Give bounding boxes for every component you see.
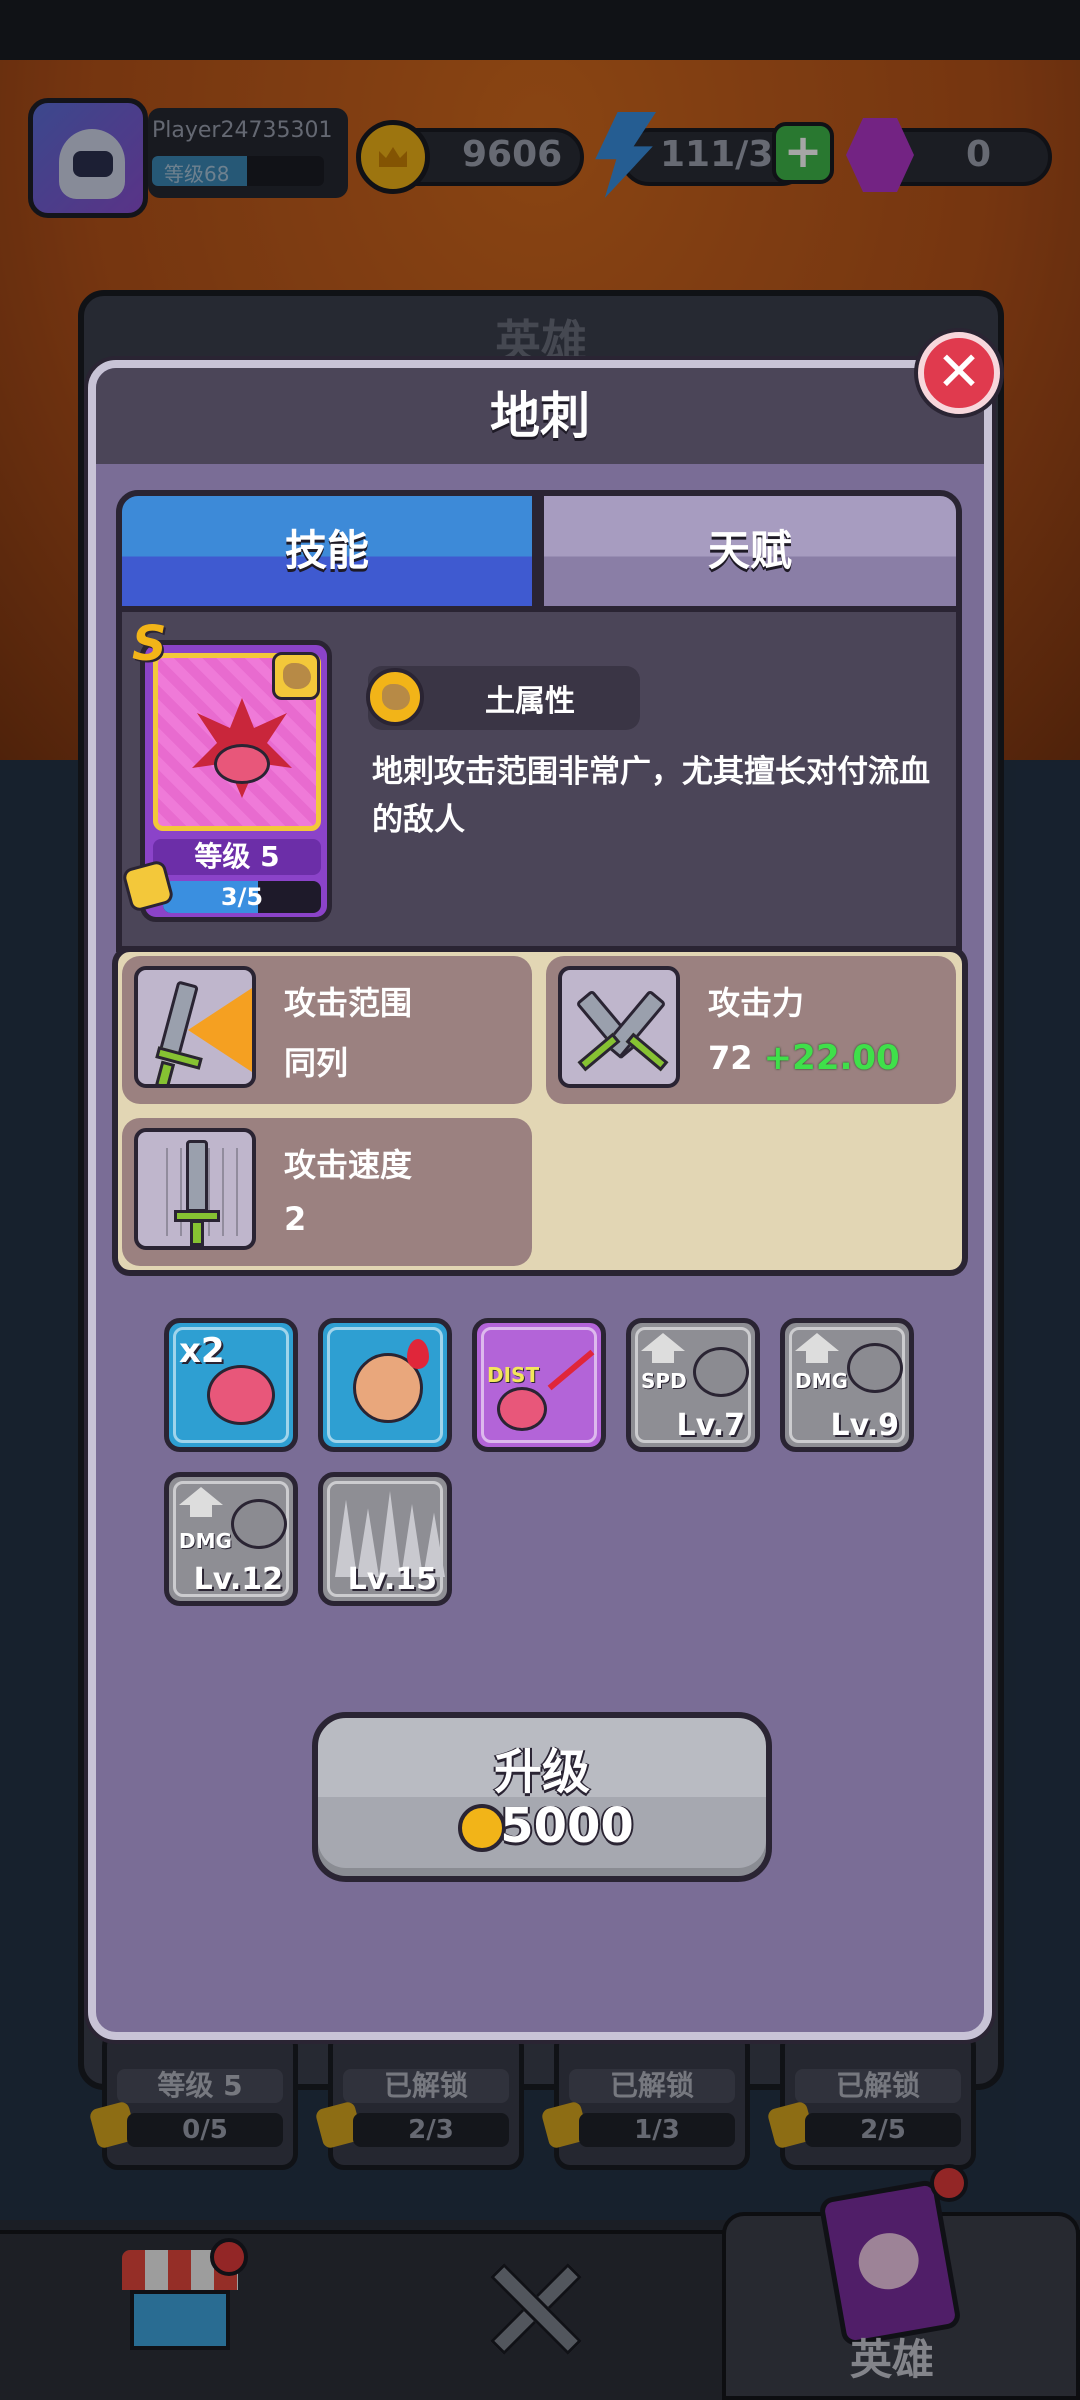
attack-power-icon	[558, 966, 680, 1088]
attack-bonus-value: +22.00	[763, 1038, 900, 1078]
skill-tag: x2	[179, 1331, 225, 1371]
earth-element-icon	[272, 652, 320, 700]
tab-skills-label: 技能	[284, 526, 369, 575]
skill-unlock-level: Lv.15	[347, 1562, 437, 1597]
stat-value: 2	[284, 1200, 307, 1238]
enemy-face	[207, 1365, 275, 1425]
skill-tag: DMG	[795, 1369, 848, 1393]
skill-unlock-level: Lv.9	[830, 1408, 900, 1443]
upgrade-price: 5000	[500, 1798, 634, 1854]
sword-grip	[190, 1220, 204, 1246]
enemy-face	[693, 1347, 749, 1397]
hero-description: 地刺攻击范围非常广，尤其擅长对付流血的敌人	[372, 754, 930, 838]
hero-face	[214, 744, 270, 784]
blood-drop-icon	[407, 1339, 429, 1369]
hero-shard-bar: 3/5	[163, 881, 321, 913]
skill-tag: DMG	[179, 1529, 232, 1553]
enemy-face	[231, 1499, 287, 1549]
rank-badge: S	[132, 616, 167, 672]
attack-range-icon	[134, 966, 256, 1088]
skill-unlock-level: Lv.7	[676, 1408, 746, 1443]
skill-x2-icon[interactable]: x2	[164, 1318, 298, 1452]
sword-blade	[186, 1140, 208, 1212]
earth-element-icon	[366, 668, 424, 726]
attack-base-value: 72	[708, 1039, 753, 1077]
hero-level: 等级 5	[153, 839, 321, 875]
sword-blade	[159, 980, 199, 1056]
skill-damage-up-icon[interactable]: DMG Lv.12	[164, 1472, 298, 1606]
upgrade-button[interactable]: 升级 5000	[312, 1712, 772, 1882]
sword-guard	[625, 1032, 669, 1072]
skill-spikes-icon[interactable]: Lv.15	[318, 1472, 452, 1606]
skill-tag: SPD	[641, 1369, 687, 1393]
stat-value: 同列	[284, 1044, 349, 1082]
skill-distance-icon[interactable]: DIST	[472, 1318, 606, 1452]
sword-grip	[154, 1060, 176, 1084]
close-button[interactable]: ✕	[918, 332, 1000, 414]
enemy-face	[497, 1387, 547, 1431]
bleed-enemy-icon	[847, 1343, 903, 1393]
tab-talents[interactable]: 天赋	[538, 490, 962, 612]
skill-speed-up-icon[interactable]: SPD Lv.7	[626, 1318, 760, 1452]
stat-label: 攻击范围	[284, 984, 413, 1022]
tab-skills[interactable]: 技能	[116, 490, 538, 612]
stat-label: 攻击力	[708, 984, 805, 1022]
modal-header: 地刺	[96, 368, 984, 464]
skill-bleed-icon[interactable]	[318, 1318, 452, 1452]
hero-shard-count: 3/5	[220, 883, 264, 911]
stat-value: 72 +22.00	[708, 1038, 900, 1078]
attack-speed-icon	[134, 1128, 256, 1250]
skill-tag: DIST	[487, 1363, 540, 1387]
modal-title: 地刺	[490, 387, 590, 445]
close-icon: ✕	[936, 340, 982, 403]
skill-unlock-level: Lv.12	[193, 1562, 283, 1597]
stat-label: 攻击速度	[284, 1146, 413, 1184]
skill-damage-up-icon[interactable]: DMG Lv.9	[780, 1318, 914, 1452]
attribute-label: 土属性	[485, 684, 575, 719]
upgrade-label: 升级	[493, 1744, 590, 1800]
tab-talents-label: 天赋	[707, 526, 792, 575]
